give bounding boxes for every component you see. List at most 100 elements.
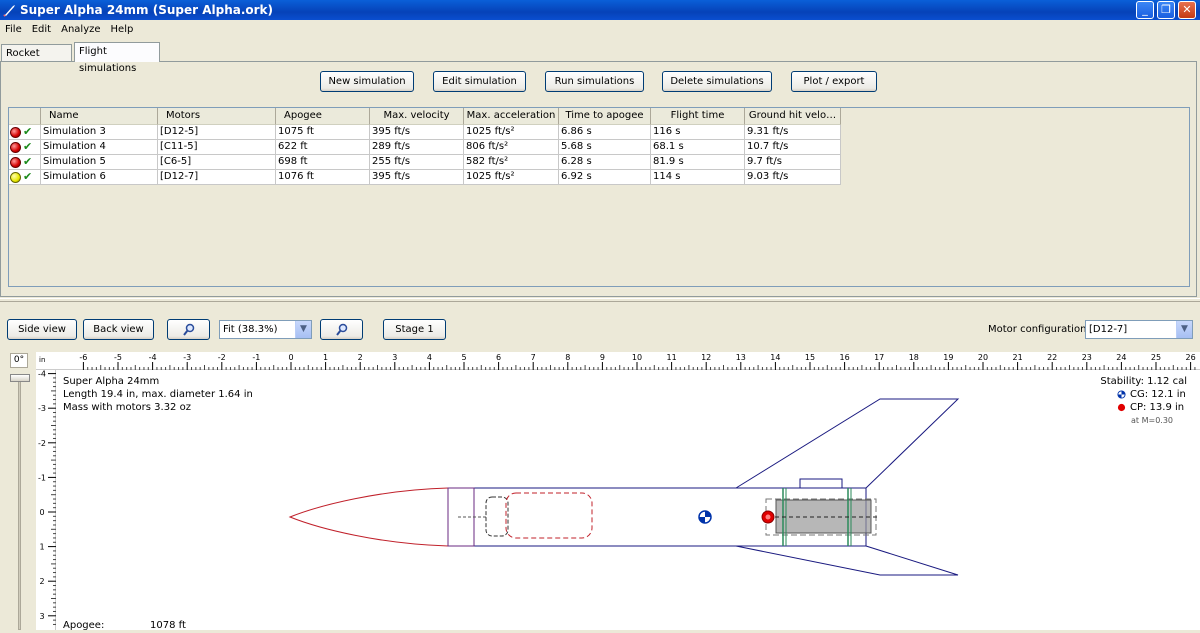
checkmark-icon: ✔ [23,140,33,153]
menu-edit[interactable]: Edit [27,24,56,35]
menu-file[interactable]: File [0,24,27,35]
ruler-label: 4 [427,353,432,362]
ruler-label: -5 [114,353,122,362]
apogee-value: 1078 ft [150,620,186,631]
launch-lug-outline [799,478,843,489]
ruler-label: 2 [358,353,363,362]
ruler-label: 15 [805,353,815,362]
side-view-button[interactable]: Side view [7,319,77,340]
zoom-out-button[interactable] [320,319,363,340]
app-rocket-icon [3,5,15,17]
close-button[interactable]: ✕ [1178,1,1196,19]
checkmark-icon: ✔ [23,170,33,183]
table-cell-name: Simulation 6 [41,170,158,185]
edit-simulation-button[interactable]: Edit simulation [433,71,526,92]
tab-rocket-design[interactable]: Rocket design [1,44,72,76]
table-cell-apogee: 1075 ft [276,125,370,140]
table-cell-acc: 1025 ft/s² [464,125,559,140]
table-cell-tta: 6.28 s [559,155,651,170]
rocket-mass: Mass with motors 3.32 oz [63,402,191,413]
ruler-label: 23 [1082,353,1092,362]
ruler-label: 3 [39,612,44,621]
ruler-label: 19 [943,353,953,362]
table-cell-ghv: 10.7 ft/s [745,140,841,155]
table-cell-tta: 6.86 s [559,125,651,140]
table-cell-apogee: 1076 ft [276,170,370,185]
zoom-value: Fit (38.3%) [223,324,278,335]
split-pane-divider[interactable] [0,298,1200,302]
ruler-label: 13 [736,353,746,362]
table-row[interactable]: ✔ Simulation 3 [D12-5] 1075 ft 395 ft/s 1025 … [9,125,841,140]
rocket-info: Super Alpha 24mm Length 19.4 in, max. di… [63,375,253,414]
motor-config-select[interactable]: [D12-7] ▼ [1085,320,1193,339]
status-red-light-icon [10,141,21,153]
ruler-label: 1 [323,353,328,362]
chevron-down-icon: ▼ [295,321,311,338]
ruler-label: 0 [288,353,293,362]
ruler-label: 10 [632,353,642,362]
ruler-label: 0 [39,508,44,517]
zoom-in-button[interactable] [167,319,210,340]
run-simulations-button[interactable]: Run simulations [545,71,644,92]
table-row[interactable]: ✔ Simulation 4 [C11-5] 622 ft 289 ft/s 806 ft… [9,140,841,155]
checkmark-icon: ✔ [23,155,33,168]
table-cell-ft: 81.9 s [651,155,745,170]
column-header-max-velocity[interactable]: Max. velocity [370,108,464,125]
slider-thumb[interactable] [10,374,30,382]
status-cell: ✔ [9,155,41,170]
table-row[interactable]: ✔ Simulation 6 [D12-7] 1076 ft 395 ft/s 1025 … [9,170,841,185]
column-header-max-acceleration[interactable]: Max. acceleration [464,108,559,125]
restore-icon: ❐ [1161,3,1171,16]
ruler-label: 16 [840,353,850,362]
table-cell-vel: 395 ft/s [370,170,464,185]
title-bar: Super Alpha 24mm (Super Alpha.ork) [0,0,1200,20]
ruler-label: 11 [667,353,677,362]
back-view-button[interactable]: Back view [83,319,154,340]
column-header-time-to-apogee[interactable]: Time to apogee [559,108,651,125]
table-cell-motors: [D12-5] [158,125,276,140]
column-header-motors[interactable]: Motors [158,108,276,125]
ruler-label: -6 [79,353,87,362]
table-cell-ghv: 9.7 ft/s [745,155,841,170]
table-header: Name Motors Apogee Max. velocity Max. ac… [9,108,841,125]
slider-track [18,374,21,630]
cp-readout: CP: 13.9 in [1117,401,1184,414]
ruler-label: 26 [1186,353,1196,362]
new-simulation-button[interactable]: New simulation [320,71,414,92]
cp-marker-highlight [765,514,771,520]
ruler-label: -4 [38,370,46,379]
rocket-length: Length 19.4 in, max. diameter 1.64 in [63,389,253,400]
checkmark-icon: ✔ [23,125,33,138]
table-cell-ft: 116 s [651,125,745,140]
stability-value: Stability: 1.12 cal [1100,376,1187,387]
ruler-label: 1 [39,543,44,552]
zoom-select[interactable]: Fit (38.3%) ▼ [219,320,312,339]
ruler-label: 2 [39,577,44,586]
stage-1-toggle[interactable]: Stage 1 [383,319,446,340]
menu-analyze[interactable]: Analyze [56,24,105,35]
zoom-out-icon [335,323,347,336]
minimize-button[interactable]: _ [1136,1,1154,19]
table-cell-ft: 68.1 s [651,140,745,155]
plot-export-button[interactable]: Plot / export [791,71,877,92]
rotation-slider[interactable] [8,370,32,630]
column-header-name[interactable]: Name [41,108,158,125]
table-cell-motors: [C6-5] [158,155,276,170]
table-row[interactable]: ✔ Simulation 5 [C6-5] 698 ft 255 ft/s 582 ft/… [9,155,841,170]
ruler-label: 3 [392,353,397,362]
column-header-ground-hit-velocity[interactable]: Ground hit velo… [745,108,841,125]
cp-value: CP: 13.9 in [1130,402,1185,413]
tab-flight-simulations[interactable]: Flight simulations [74,42,160,74]
status-cell: ✔ [9,140,41,155]
table-cell-ft: 114 s [651,170,745,185]
column-header-flight-time[interactable]: Flight time [651,108,745,125]
motor-config-label: Motor configuration: [988,324,1090,335]
ruler-label: 24 [1116,353,1126,362]
delete-simulations-button[interactable]: Delete simulations [662,71,772,92]
cg-readout: CG: 12.1 in [1117,388,1186,401]
column-header-apogee[interactable]: Apogee [276,108,370,125]
restore-button[interactable]: ❐ [1157,1,1175,19]
menu-help[interactable]: Help [106,24,139,35]
ruler-label: -1 [252,353,260,362]
lower-fin-outline [735,545,959,576]
